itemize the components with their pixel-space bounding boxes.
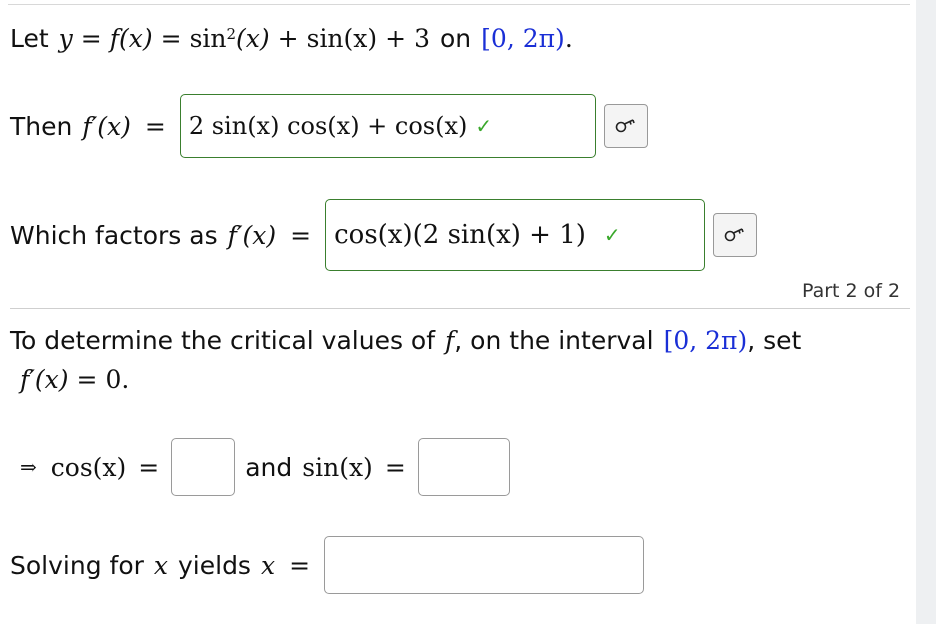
equals-sign: = — [290, 220, 312, 250]
sin-x: sin(x) — [306, 23, 378, 53]
on-label: on — [440, 23, 472, 53]
sin-answer-input[interactable] — [417, 438, 510, 496]
equals-sign: = — [144, 111, 166, 141]
top-border — [8, 4, 910, 5]
equals-sign: = — [80, 23, 102, 53]
keyboard-icon[interactable] — [603, 104, 648, 148]
equals-sign: = — [160, 23, 182, 53]
period: . — [121, 364, 130, 394]
constant: 3 — [414, 23, 431, 53]
critical-text: , on the interval — [454, 325, 654, 355]
equals-sign: = — [138, 452, 160, 482]
let-label: Let — [10, 23, 49, 53]
solving-row: Solving for x yields x = — [10, 536, 645, 594]
plus-sign: + — [277, 23, 299, 53]
interval-link[interactable]: [0, 2π) — [664, 326, 748, 355]
derivative-answer: 2 sin(x) cos(x) + cos(x) — [188, 112, 468, 140]
part-label: Part 2 of 2 — [802, 280, 901, 302]
factored-answer-field[interactable]: cos(x)(2 sin(x) + 1) ✓ — [325, 199, 706, 271]
cos-answer-input[interactable] — [171, 438, 236, 496]
cos-label: cos(x) — [50, 452, 127, 482]
factored-row: Which factors as f′(x) = cos(x)(2 sin(x)… — [10, 199, 758, 271]
plus-sign: + — [385, 23, 407, 53]
equals-sign: = — [76, 364, 98, 394]
period: . — [564, 23, 573, 53]
critical-text: To determine the critical values of — [10, 325, 436, 355]
equals-sign: = — [384, 452, 406, 482]
then-label: Then — [10, 111, 73, 141]
sin-func: sin — [189, 23, 227, 53]
correct-check-icon: ✓ — [603, 223, 621, 247]
f-var: f — [445, 325, 455, 355]
scroll-track[interactable] — [916, 0, 936, 624]
factors-label: Which factors as — [10, 220, 218, 250]
critical-text: , set — [747, 325, 802, 355]
fprime-label: f′(x) — [82, 111, 131, 141]
yields-label: yields — [178, 550, 251, 580]
correct-check-icon: ✓ — [475, 114, 493, 138]
x-var: x — [153, 550, 168, 580]
implies-arrow: ⇒ — [20, 455, 37, 479]
zero-value: 0 — [105, 364, 122, 394]
equations-row: ⇒ cos(x) = and sin(x) = — [20, 438, 510, 496]
solution-input[interactable] — [324, 536, 645, 594]
x-var: x — [260, 550, 276, 580]
keyboard-glyph-icon — [615, 119, 635, 133]
sin-label: sin(x) — [302, 452, 373, 482]
factored-answer: cos(x)(2 sin(x) + 1) — [334, 220, 586, 250]
fprime-label: f′(x) — [20, 364, 69, 394]
derivative-row: Then f′(x) = 2 sin(x) cos(x) + cos(x) ✓ — [10, 94, 648, 158]
and-label: and — [245, 452, 293, 482]
solving-label: Solving for — [10, 550, 144, 580]
keyboard-glyph-icon — [724, 228, 744, 242]
y-var: y — [58, 23, 73, 53]
section-divider — [10, 308, 910, 309]
equals-sign: = — [289, 550, 311, 580]
derivative-answer-field[interactable]: 2 sin(x) cos(x) + cos(x) ✓ — [179, 94, 596, 158]
function-f: f(x) — [109, 23, 153, 53]
fprime-label: f′(x) — [227, 220, 277, 250]
interval-link[interactable]: [0, 2π) — [481, 24, 565, 53]
problem-statement: Let y = f(x) = sin 2 (x) + sin(x) + 3 on… — [10, 18, 573, 58]
critical-text-line1: To determine the critical values of f , … — [10, 322, 801, 358]
keyboard-icon[interactable] — [713, 213, 758, 257]
argument: (x) — [236, 23, 270, 53]
critical-text-line2: f′(x) = 0 . — [20, 360, 129, 398]
exponent: 2 — [226, 25, 237, 43]
